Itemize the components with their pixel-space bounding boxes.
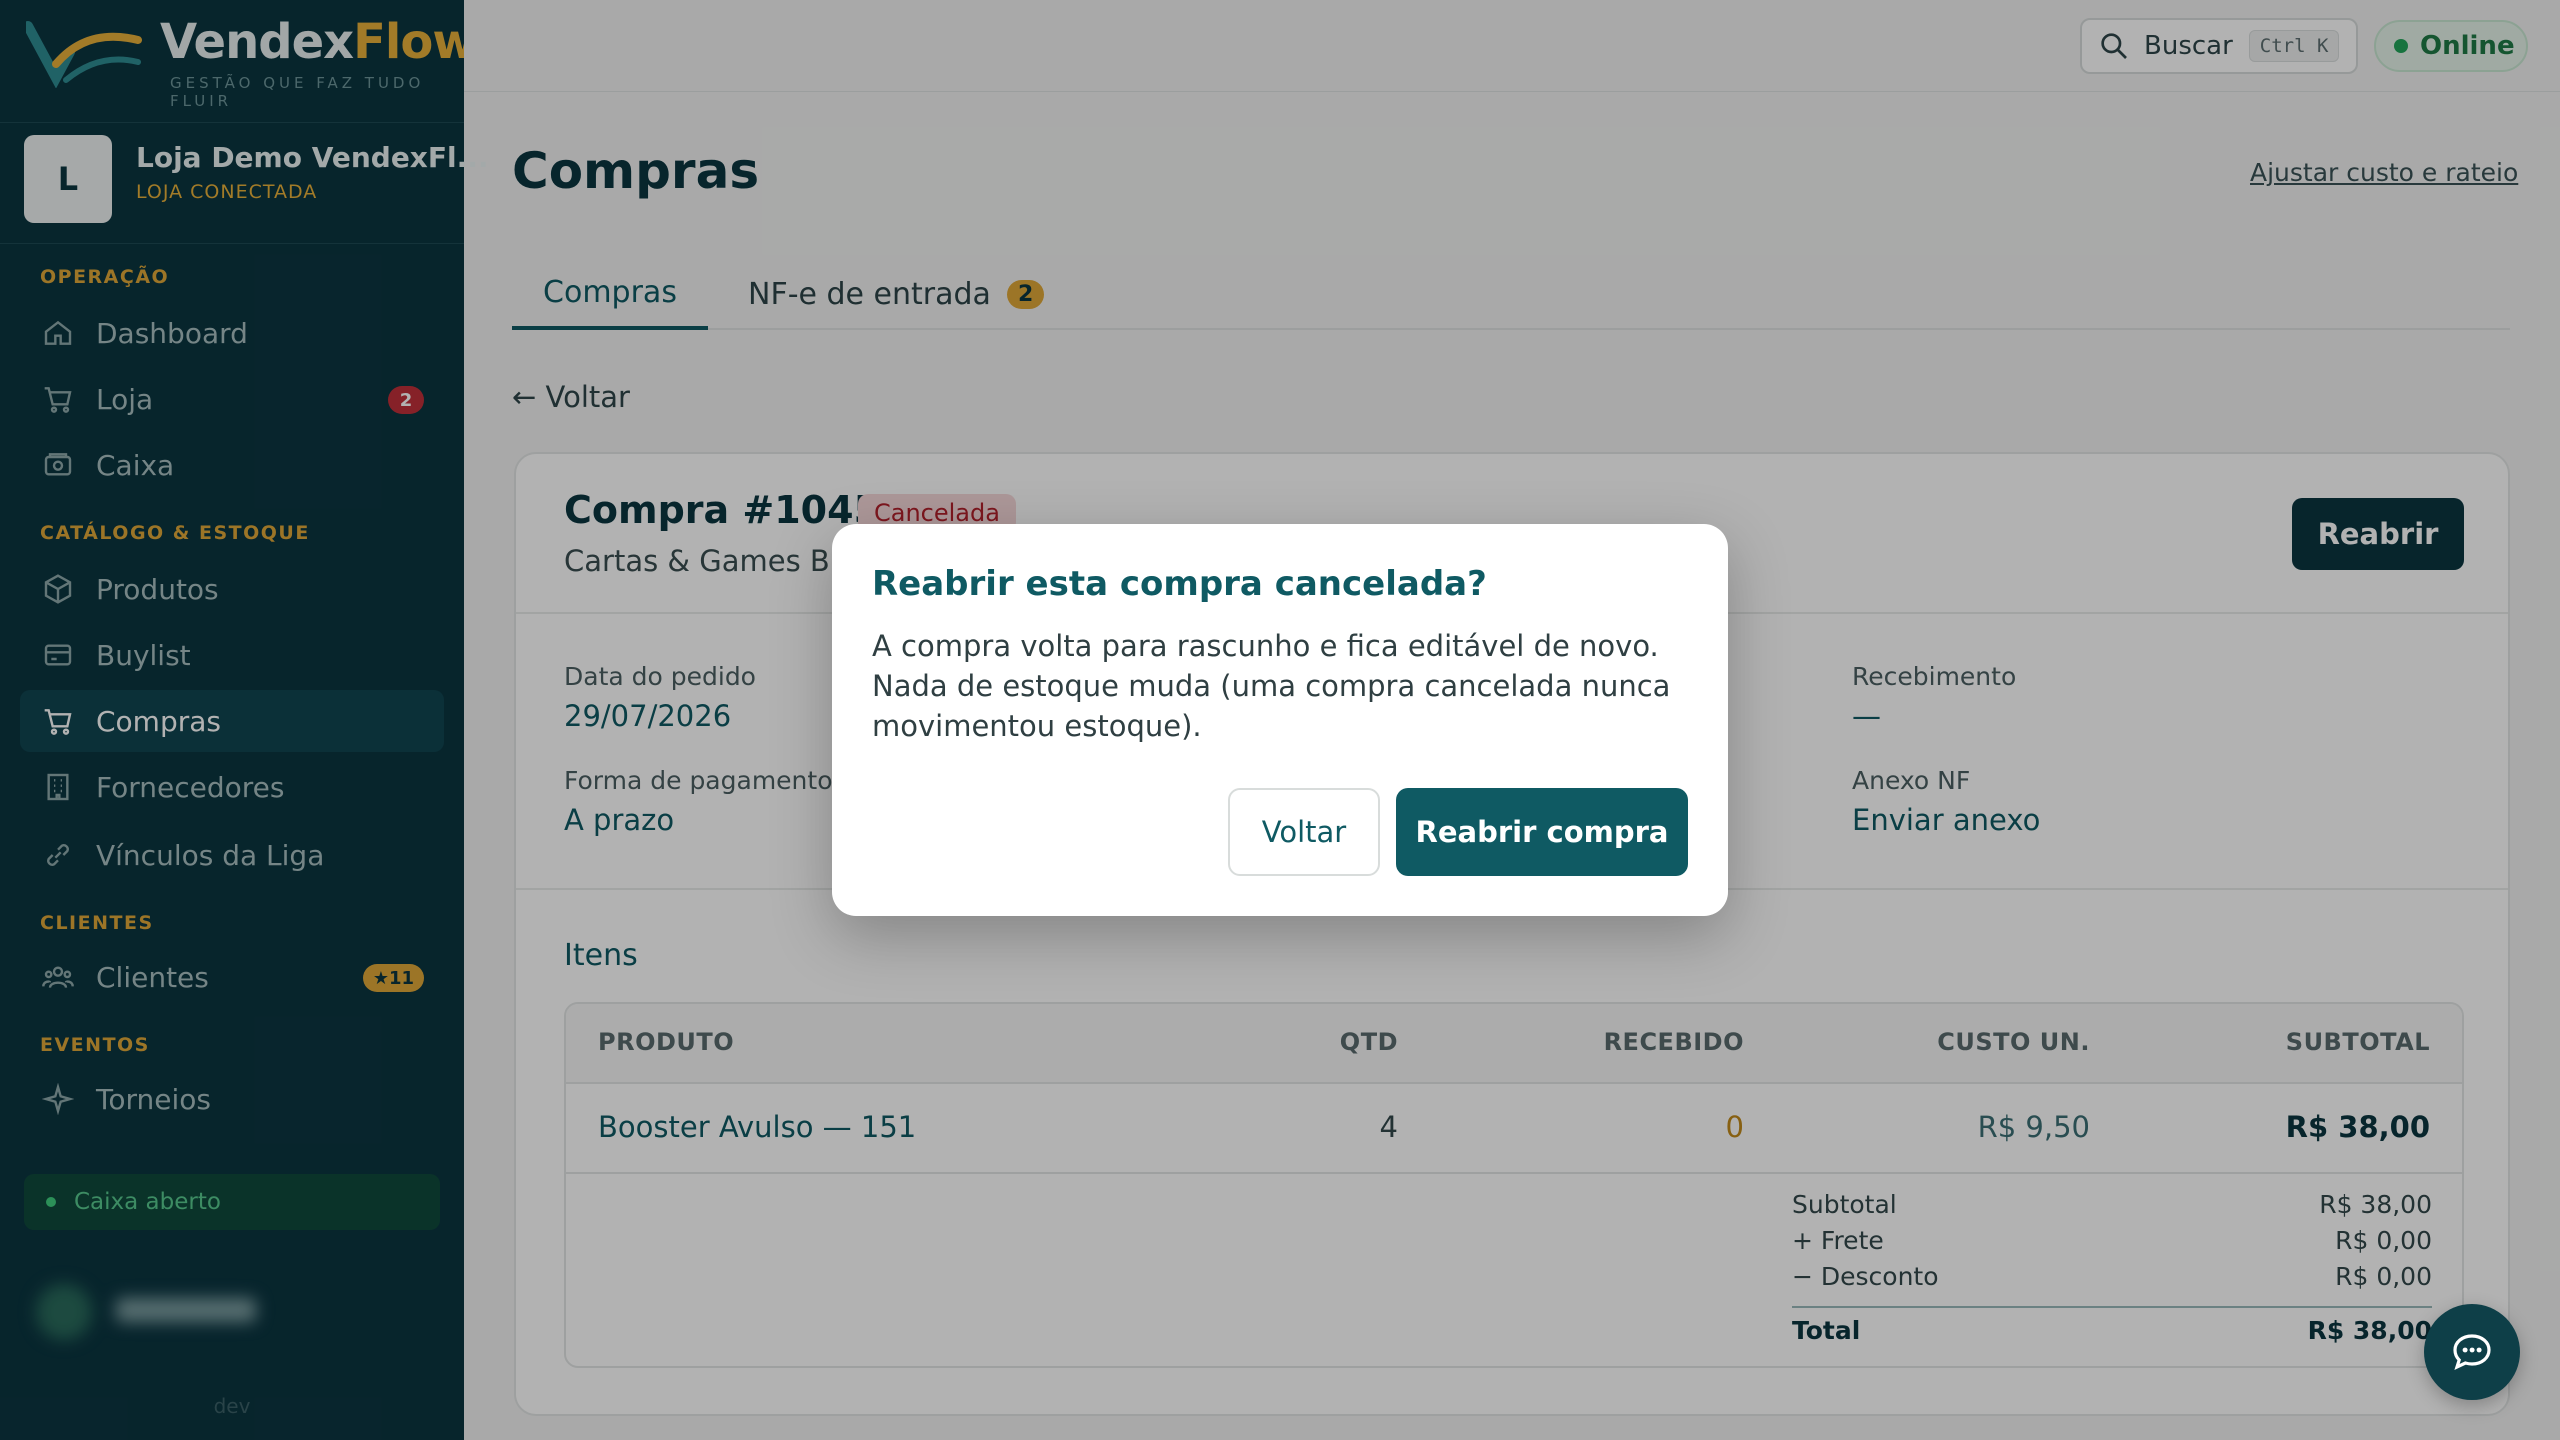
chat-icon — [2453, 1334, 2491, 1371]
dialog-confirm-button[interactable]: Reabrir compra — [1396, 788, 1688, 876]
reopen-confirm-dialog: Reabrir esta compra cancelada? A compra … — [832, 524, 1728, 916]
chat-button[interactable] — [2424, 1304, 2520, 1400]
dialog-cancel-button[interactable]: Voltar — [1228, 788, 1380, 876]
dialog-title: Reabrir esta compra cancelada? — [872, 564, 1487, 604]
dialog-body: A compra volta para rascunho e fica edit… — [872, 629, 1671, 743]
